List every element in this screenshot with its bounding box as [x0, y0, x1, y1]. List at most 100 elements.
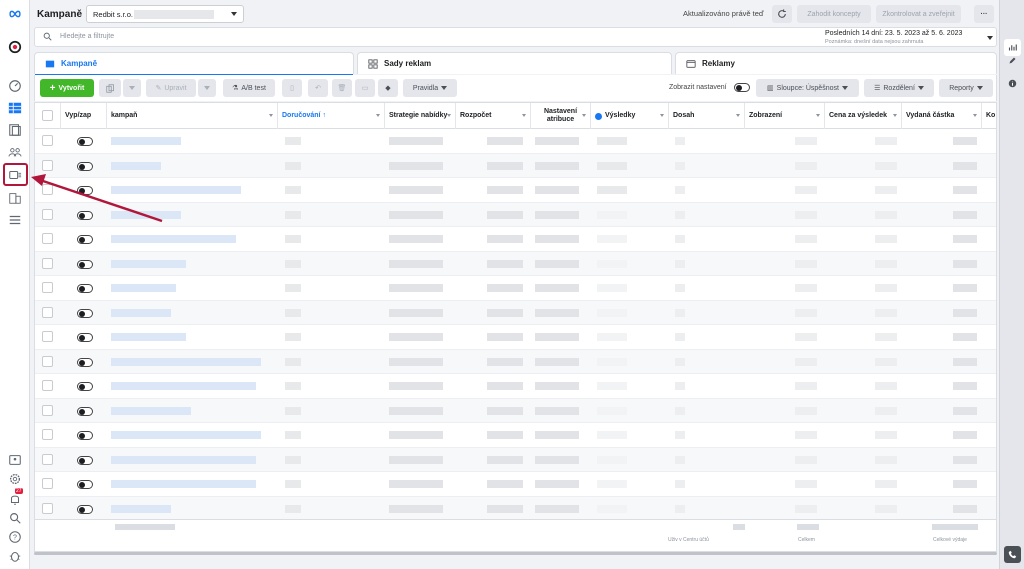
column-header-campaign[interactable]: kampaň: [107, 103, 278, 129]
show-settings-toggle[interactable]: [734, 83, 750, 92]
select-all-checkbox[interactable]: [42, 110, 53, 121]
campaign-toggle[interactable]: [77, 137, 93, 146]
campaigns-grid-icon[interactable]: [7, 100, 23, 116]
tab-ad-sets[interactable]: Sady reklam: [357, 52, 672, 74]
info-icon[interactable]: [1004, 75, 1021, 92]
table-row[interactable]: [35, 300, 996, 325]
id-card-icon[interactable]: [7, 452, 23, 468]
reports-button[interactable]: Reporty: [939, 79, 993, 97]
column-header-delivery[interactable]: Doručování ↑: [278, 103, 385, 129]
tag-button[interactable]: ◆: [378, 79, 398, 97]
row-checkbox[interactable]: [42, 429, 53, 440]
campaign-toggle[interactable]: [77, 161, 93, 171]
search-icon[interactable]: [7, 510, 23, 526]
meta-logo-icon[interactable]: [7, 6, 23, 22]
clipboard-button[interactable]: ▯: [282, 79, 302, 97]
columns-button[interactable]: ▥ Sloupce: Úspěšnost: [756, 79, 859, 97]
column-header-amount-spent[interactable]: Vydaná částka: [902, 103, 982, 129]
tab-campaigns[interactable]: Kampaně: [34, 52, 354, 76]
settings-icon[interactable]: [7, 471, 23, 487]
more-options-button[interactable]: ···: [974, 5, 994, 23]
date-chevron-down-icon[interactable]: [987, 36, 993, 40]
undo-button[interactable]: ↶: [308, 79, 328, 97]
dashboard-icon[interactable]: [7, 78, 23, 94]
campaign-toggle[interactable]: [77, 382, 93, 391]
review-publish-button[interactable]: Zkontrolovat a zveřejnit: [876, 5, 961, 23]
row-checkbox[interactable]: [42, 135, 53, 146]
table-row[interactable]: [35, 153, 996, 178]
table-row[interactable]: [35, 325, 996, 350]
campaign-toggle[interactable]: [77, 308, 93, 318]
notifications-icon[interactable]: 27: [7, 488, 23, 507]
table-row[interactable]: [35, 472, 996, 497]
account-selector[interactable]: Redbit s.r.o.: [86, 5, 244, 23]
billing-icon[interactable]: [7, 190, 23, 206]
row-checkbox[interactable]: [42, 478, 53, 489]
ab-test-button[interactable]: ⚗ A/B test: [223, 79, 275, 97]
column-header-truncated[interactable]: Ko: [982, 103, 996, 129]
column-header-reach[interactable]: Dosah: [669, 103, 745, 129]
bug-icon[interactable]: [7, 548, 23, 564]
table-row[interactable]: [35, 496, 996, 521]
row-checkbox[interactable]: [42, 502, 53, 514]
row-checkbox[interactable]: [42, 257, 53, 269]
column-header-toggle[interactable]: Vyp/zap: [61, 103, 107, 129]
campaign-toggle[interactable]: [77, 210, 93, 220]
campaign-toggle[interactable]: [77, 455, 93, 465]
campaign-toggle[interactable]: [77, 406, 93, 416]
rules-button[interactable]: Pravidla: [403, 79, 457, 97]
row-checkbox[interactable]: [42, 184, 53, 195]
preview-button[interactable]: ▭: [355, 79, 375, 97]
column-header-budget[interactable]: Rozpočet: [456, 103, 531, 129]
campaign-toggle[interactable]: [77, 284, 93, 293]
campaign-toggle[interactable]: [77, 480, 93, 489]
column-header-impressions[interactable]: Zobrazení: [745, 103, 825, 129]
menu-icon[interactable]: [7, 212, 23, 228]
campaign-toggle[interactable]: [77, 186, 93, 195]
discard-drafts-button[interactable]: Zahodit koncepty: [797, 5, 871, 23]
row-checkbox[interactable]: [42, 159, 53, 171]
campaign-toggle[interactable]: [77, 333, 93, 342]
table-row[interactable]: [35, 227, 996, 252]
search-bar[interactable]: Hledejte a filtrujte Posledních 14 dní: …: [34, 27, 997, 47]
pencil-icon[interactable]: [1004, 52, 1021, 69]
help-icon[interactable]: ?: [7, 529, 23, 545]
table-row[interactable]: [35, 251, 996, 276]
row-checkbox[interactable]: [42, 208, 53, 220]
campaign-toggle[interactable]: [77, 357, 93, 367]
phone-icon[interactable]: [1004, 546, 1021, 563]
delete-button[interactable]: 🗑: [332, 79, 352, 97]
breakdown-button[interactable]: ☰ Rozdělení: [864, 79, 934, 97]
duplicate-button[interactable]: [99, 79, 121, 97]
row-checkbox[interactable]: [42, 282, 53, 293]
table-row[interactable]: [35, 349, 996, 374]
table-row[interactable]: [35, 202, 996, 227]
pages-icon[interactable]: [7, 122, 23, 138]
row-checkbox[interactable]: [42, 404, 53, 416]
row-checkbox[interactable]: [42, 453, 53, 465]
horizontal-scrollbar[interactable]: [34, 552, 997, 555]
table-row[interactable]: [35, 423, 996, 448]
table-row[interactable]: [35, 398, 996, 423]
audiences-icon[interactable]: [7, 144, 23, 160]
tab-ads[interactable]: Reklamy: [675, 52, 997, 74]
date-range-picker[interactable]: Posledních 14 dní: 23. 5. 2023 až 5. 6. …: [825, 29, 962, 47]
duplicate-dropdown-button[interactable]: [123, 79, 141, 97]
search-input[interactable]: Hledejte a filtrujte: [60, 33, 114, 40]
column-header-attribution[interactable]: Nastavení atribuce: [531, 103, 591, 129]
campaign-toggle[interactable]: [77, 504, 93, 514]
row-checkbox[interactable]: [42, 306, 53, 318]
column-header-results[interactable]: Výsledky: [591, 103, 669, 129]
create-button[interactable]: + Vytvořit: [40, 79, 94, 97]
table-row[interactable]: [35, 276, 996, 301]
table-row[interactable]: [35, 374, 996, 399]
column-header-cost-per-result[interactable]: Cena za výsledek: [825, 103, 902, 129]
ads-manager-icon[interactable]: [7, 39, 23, 55]
column-header-bid-strategy[interactable]: Strategie nabídky: [385, 103, 456, 129]
edit-button[interactable]: ✎ Upravit: [146, 79, 196, 97]
row-checkbox[interactable]: [42, 355, 53, 367]
campaign-toggle[interactable]: [77, 235, 93, 244]
table-row[interactable]: [35, 129, 996, 154]
table-row[interactable]: [35, 447, 996, 472]
row-checkbox[interactable]: [42, 331, 53, 342]
